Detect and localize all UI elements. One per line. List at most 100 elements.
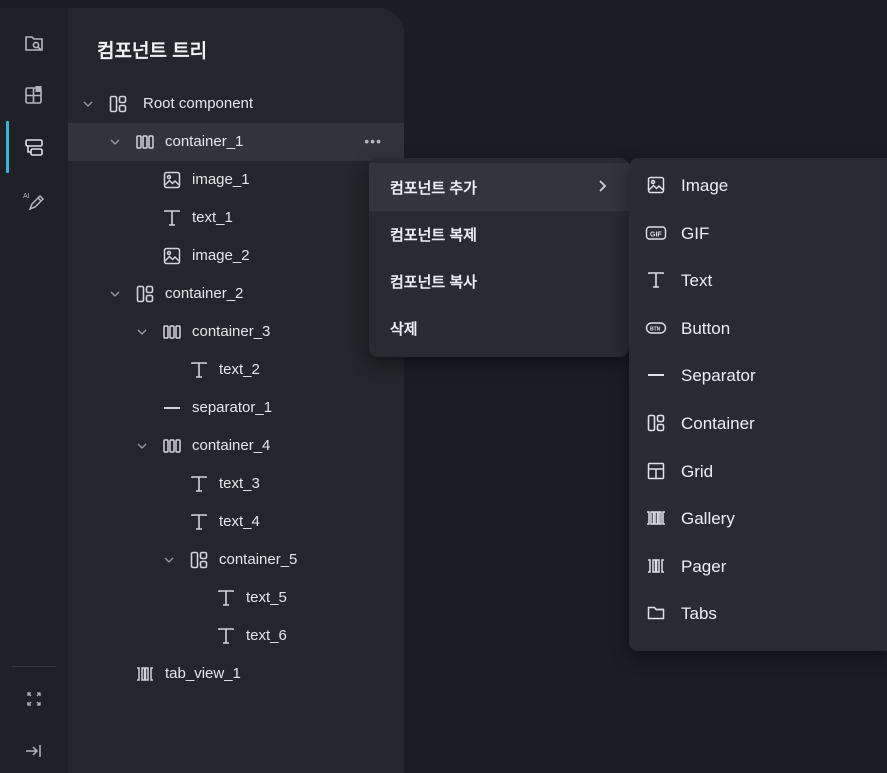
chevron-down-icon[interactable] — [163, 554, 175, 566]
tree-row-label: container_2 — [165, 285, 244, 302]
tree-row-container_5[interactable]: container_5 — [68, 541, 404, 579]
menu-item-4[interactable]: 삭제 — [369, 304, 629, 352]
tree-row-label: separator_1 — [192, 399, 273, 416]
text-icon — [645, 269, 667, 291]
chevron-down-icon[interactable] — [109, 288, 121, 300]
menu-item-label: 컴포넌트 복제 — [390, 226, 477, 244]
text-icon — [216, 588, 236, 608]
rail-active-indicator — [6, 121, 9, 173]
image-icon — [645, 174, 667, 196]
tree-row-label: tab_view_1 — [165, 665, 241, 682]
add-widget-icon[interactable] — [19, 80, 49, 110]
tree-row-container_1[interactable]: container_1 ••• — [68, 123, 404, 161]
separator-icon — [162, 398, 182, 418]
tree-row-image_1[interactable]: image_1 — [68, 161, 404, 199]
collapse-icon[interactable] — [19, 684, 49, 714]
tree-row-label: text_5 — [246, 589, 287, 606]
tree-row-label: text_4 — [219, 513, 260, 530]
tree-row-text_1[interactable]: text_1 — [68, 199, 404, 237]
ai-edit-icon[interactable]: AI — [19, 186, 49, 216]
chevron-down-icon[interactable] — [136, 326, 148, 338]
tree-row-label: image_2 — [192, 247, 250, 264]
add-button-item[interactable]: BTN Button — [629, 305, 887, 352]
rail-divider — [12, 666, 56, 667]
gallery-icon — [645, 507, 667, 529]
context-menu: 컴포넌트 추가컴포넌트 복제컴포넌트 복사 삭제 — [369, 158, 629, 357]
tree-row-label: container_1 — [165, 133, 244, 150]
text-icon — [189, 474, 209, 494]
text-icon — [162, 208, 182, 228]
dock-right-icon[interactable] — [19, 736, 49, 766]
add-grid-item[interactable]: Grid — [629, 448, 887, 495]
menu-item-label: 컴포넌트 추가 — [390, 179, 477, 197]
tree-row-container_3[interactable]: container_3 — [68, 313, 404, 351]
tree-row-text_4[interactable]: text_4 — [68, 503, 404, 541]
submenu-item-label: Grid — [681, 461, 714, 481]
add-tabs-item[interactable]: Tabs — [629, 590, 887, 637]
tree-row-image_2[interactable]: image_2 — [68, 237, 404, 275]
container-icon — [135, 284, 155, 304]
button-icon: BTN — [645, 317, 667, 339]
tree-row-separator_1[interactable]: separator_1 — [68, 389, 404, 427]
svg-text:AI: AI — [23, 193, 30, 200]
submenu-item-label: Tabs — [681, 604, 717, 624]
more-options-icon[interactable]: ••• — [364, 133, 382, 149]
add-pager-item[interactable]: Pager — [629, 543, 887, 590]
chevron-down-icon[interactable] — [109, 136, 121, 148]
tree-row-text_6[interactable]: text_6 — [68, 617, 404, 655]
pager-icon — [135, 664, 155, 684]
add-container-item[interactable]: Container — [629, 400, 887, 447]
tree-row-label: text_2 — [219, 361, 260, 378]
svg-text:GIF: GIF — [650, 231, 662, 238]
image-icon — [162, 170, 182, 190]
add-image-item[interactable]: Image — [629, 162, 887, 209]
text-icon — [189, 512, 209, 532]
tree-row-root-component[interactable]: Root component — [68, 85, 404, 123]
tree-row-text_5[interactable]: text_5 — [68, 579, 404, 617]
tree-row-text_3[interactable]: text_3 — [68, 465, 404, 503]
tree-row-container_4[interactable]: container_4 — [68, 427, 404, 465]
add-gallery-item[interactable]: Gallery — [629, 495, 887, 542]
tree-row-text_2[interactable]: text_2 — [68, 351, 404, 389]
tree-row-label: text_1 — [192, 209, 233, 226]
tree-row-label: Root component — [143, 95, 254, 112]
container-icon — [189, 550, 209, 570]
tabs-icon — [645, 602, 667, 624]
separator-icon — [645, 364, 667, 386]
container-icon — [645, 412, 667, 434]
row-container-icon — [135, 132, 155, 152]
side-rail: AI — [0, 8, 68, 773]
submenu-item-label: Pager — [681, 556, 727, 576]
add-gif-item[interactable]: GIF GIF — [629, 210, 887, 257]
submenu-item-label: Text — [681, 271, 713, 291]
tree-row-label: container_5 — [219, 551, 298, 568]
chevron-down-icon[interactable] — [82, 98, 94, 110]
panel-title: 컴포넌트 트리 — [97, 41, 208, 62]
container-icon — [108, 94, 128, 114]
component-tree-panel: AI 컴포넌트 트리 Root component container_1 ••• i… — [0, 8, 404, 773]
text-icon — [189, 360, 209, 380]
svg-text:BTN: BTN — [650, 326, 661, 332]
submenu-item-label: Image — [681, 176, 729, 195]
submenu-item-label: Container — [681, 414, 755, 433]
tree-row-label: image_1 — [192, 171, 250, 188]
add-separator-item[interactable]: Separator — [629, 352, 887, 399]
text-icon — [216, 626, 236, 646]
add-text-item[interactable]: Text — [629, 257, 887, 304]
component-tree-icon[interactable] — [19, 132, 49, 162]
browse-icon[interactable] — [19, 28, 49, 58]
grid-icon — [645, 460, 667, 482]
menu-item-3[interactable]: 컴포넌트 복사 — [369, 257, 629, 305]
menu-item-2[interactable]: 컴포넌트 복제 — [369, 210, 629, 258]
submenu-item-label: Button — [681, 318, 731, 338]
tree-row-container_2[interactable]: container_2 — [68, 275, 404, 313]
submenu-item-label: Separator — [681, 366, 756, 386]
tree-row-tab_view_1[interactable]: tab_view_1 — [68, 655, 404, 693]
tree-row-label: text_3 — [219, 475, 260, 492]
submenu-item-label: GIF — [681, 223, 710, 243]
tree-row-label: container_3 — [192, 323, 271, 340]
chevron-down-icon[interactable] — [136, 440, 148, 452]
menu-item-1[interactable]: 컴포넌트 추가 — [369, 163, 629, 211]
row-container-icon — [162, 436, 182, 456]
row-container-icon — [162, 322, 182, 342]
